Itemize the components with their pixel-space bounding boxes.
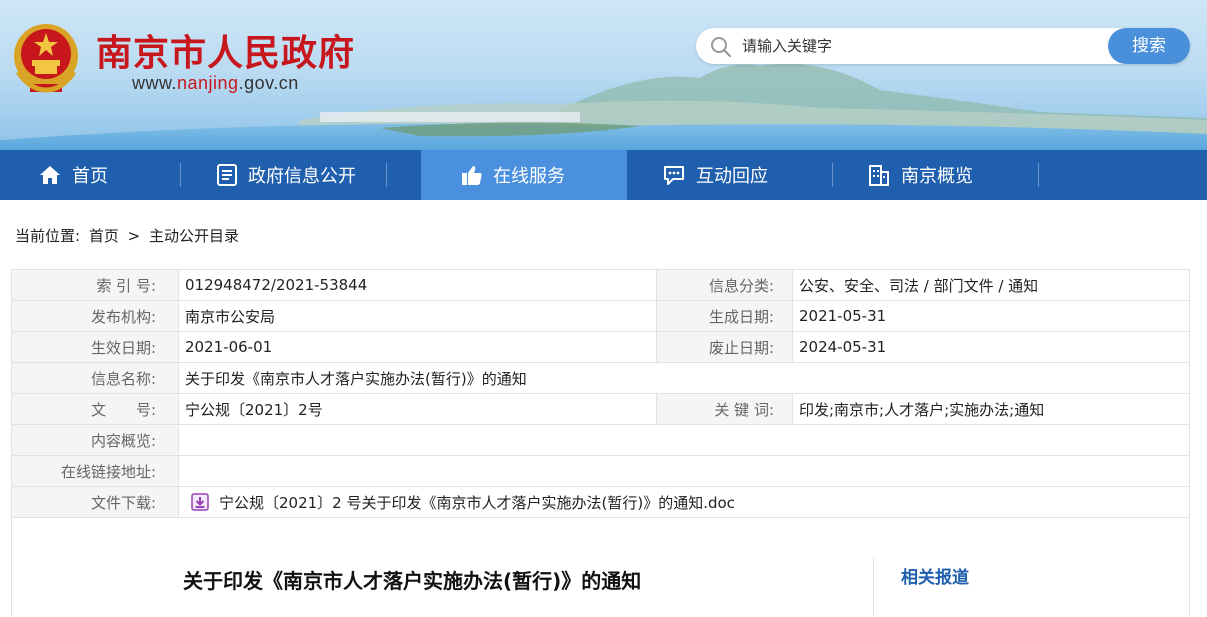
- index-no-label: 索 引 号:: [11, 269, 179, 301]
- site-url[interactable]: www.nanjing.gov.cn: [132, 73, 299, 94]
- column-divider: [873, 557, 874, 617]
- document-icon: [217, 164, 237, 186]
- nav-label: 南京概览: [901, 166, 973, 187]
- nav-divider: [1038, 163, 1039, 187]
- table-row: 发布机构: 南京市公安局 生成日期: 2021-05-31: [11, 300, 1190, 332]
- expiry-date-value: 2024-05-31: [792, 331, 1190, 363]
- header-banner: 南京市人民政府 www.nanjing.gov.cn 搜索: [0, 0, 1207, 150]
- search-button[interactable]: 搜索: [1108, 28, 1190, 64]
- breadcrumb-separator: >: [127, 227, 141, 245]
- doc-no-value: 宁公规〔2021〕2号: [178, 393, 657, 425]
- info-name-label: 信息名称:: [11, 362, 179, 394]
- created-date-value: 2021-05-31: [792, 300, 1190, 332]
- keywords-value: 印发;南京市;人才落户;实施办法;通知: [792, 393, 1190, 425]
- breadcrumb-current[interactable]: 主动公开目录: [149, 227, 239, 245]
- breadcrumb-home[interactable]: 首页: [89, 227, 119, 245]
- table-row: 文 号: 宁公规〔2021〕2号 关 键 词: 印发;南京市;人才落户;实施办法…: [11, 393, 1190, 425]
- effective-date-value: 2021-06-01: [178, 331, 657, 363]
- info-name-value: 关于印发《南京市人才落户实施办法(暂行)》的通知: [178, 362, 1190, 394]
- site-name[interactable]: 南京市人民政府: [96, 24, 355, 76]
- document-info-table: 索 引 号: 012948472/2021-53844 信息分类: 公安、安全、…: [11, 269, 1190, 518]
- related-reports-heading: 相关报道: [901, 568, 969, 588]
- search-box: 搜索: [696, 28, 1190, 64]
- index-no-value: 012948472/2021-53844: [178, 269, 657, 301]
- breadcrumb: 当前位置: 首页 > 主动公开目录: [15, 225, 243, 246]
- nav-item-online-service[interactable]: 在线服务: [421, 150, 627, 200]
- summary-value: [178, 424, 1190, 456]
- created-date-label: 生成日期:: [656, 300, 793, 332]
- online-link-value[interactable]: [178, 455, 1190, 487]
- nav-item-gov-info[interactable]: 政府信息公开: [216, 150, 356, 200]
- url-suffix: .gov.cn: [238, 73, 299, 93]
- category-label: 信息分类:: [656, 269, 793, 301]
- effective-date-label: 生效日期:: [11, 331, 179, 363]
- nav-label: 政府信息公开: [248, 166, 356, 187]
- nav-divider: [832, 163, 833, 187]
- chat-icon: [664, 166, 684, 185]
- breadcrumb-prefix: 当前位置:: [15, 227, 81, 245]
- online-link-label: 在线链接地址:: [11, 455, 179, 487]
- search-input[interactable]: [742, 34, 1092, 58]
- table-row: 生效日期: 2021-06-01 废止日期: 2024-05-31: [11, 331, 1190, 363]
- nav-item-interaction[interactable]: 互动回应: [662, 150, 768, 200]
- summary-label: 内容概览:: [11, 424, 179, 456]
- nav-label: 互动回应: [696, 166, 768, 187]
- table-row: 文件下载: 宁公规〔2021〕2 号关于印发《南京市人才落户实施办法(暂行)》的…: [11, 486, 1190, 518]
- url-prefix: www.: [132, 73, 178, 93]
- nav-divider: [386, 163, 387, 187]
- nav-item-home[interactable]: 首页: [38, 150, 108, 200]
- document-title: 关于印发《南京市人才落户实施办法(暂行)》的通知: [183, 569, 642, 593]
- thumbs-up-icon: [462, 166, 482, 185]
- table-row: 在线链接地址:: [11, 455, 1190, 487]
- main-nav: 首页 政府信息公开 在线服务 互动回应 南京概览: [0, 150, 1207, 200]
- nav-label: 在线服务: [493, 166, 565, 187]
- home-icon: [40, 166, 60, 184]
- expiry-date-label: 废止日期:: [656, 331, 793, 363]
- download-icon[interactable]: [191, 493, 209, 511]
- national-emblem-icon: [14, 24, 78, 93]
- url-highlight: nanjing: [177, 73, 239, 93]
- download-cell: 宁公规〔2021〕2 号关于印发《南京市人才落户实施办法(暂行)》的通知.doc: [178, 486, 1190, 518]
- table-row: 内容概览:: [11, 424, 1190, 456]
- download-label: 文件下载:: [11, 486, 179, 518]
- doc-no-label: 文 号:: [11, 393, 179, 425]
- nav-label: 首页: [72, 166, 108, 187]
- category-value: 公安、安全、司法 / 部门文件 / 通知: [792, 269, 1190, 301]
- keywords-label: 关 键 词:: [656, 393, 793, 425]
- publisher-value: 南京市公安局: [178, 300, 657, 332]
- nav-divider: [180, 163, 181, 187]
- search-icon: [711, 37, 732, 58]
- building-icon: [869, 165, 889, 186]
- nav-item-nanjing-overview[interactable]: 南京概览: [867, 150, 973, 200]
- table-row: 信息名称: 关于印发《南京市人才落户实施办法(暂行)》的通知: [11, 362, 1190, 394]
- publisher-label: 发布机构:: [11, 300, 179, 332]
- download-file-link[interactable]: 宁公规〔2021〕2 号关于印发《南京市人才落户实施办法(暂行)》的通知.doc: [219, 494, 735, 512]
- table-row: 索 引 号: 012948472/2021-53844 信息分类: 公安、安全、…: [11, 269, 1190, 301]
